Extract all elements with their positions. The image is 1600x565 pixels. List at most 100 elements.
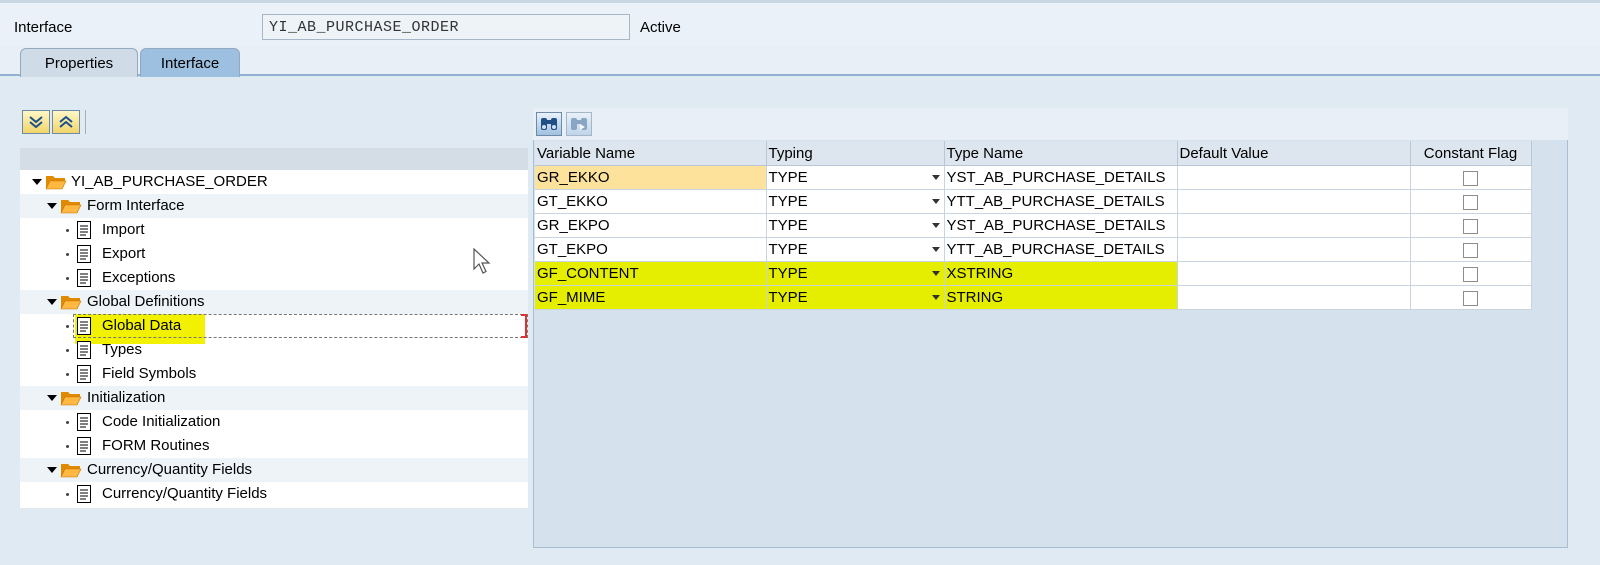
constant-flag-checkbox[interactable] — [1463, 194, 1478, 210]
column-header-constant-flag[interactable]: Constant Flag — [1410, 141, 1532, 166]
mouse-cursor-icon — [473, 248, 491, 274]
expand-arrow-icon[interactable] — [47, 467, 57, 473]
tree-leaf-form-routines[interactable]: FORM Routines — [20, 434, 528, 458]
column-header-variable-name[interactable]: Variable Name — [535, 141, 767, 166]
cell-variable-name[interactable]: GF_CONTENT — [535, 261, 767, 286]
cell-type-name[interactable]: STRING — [944, 285, 1178, 310]
tree-leaf-label: Code Initialization — [102, 413, 221, 430]
cell-constant-flag — [1410, 165, 1532, 190]
bullet-icon — [66, 349, 69, 352]
column-header-typing[interactable]: Typing — [766, 141, 945, 166]
tree-node-form-interface[interactable]: Form Interface — [20, 194, 528, 218]
constant-flag-checkbox[interactable] — [1463, 290, 1478, 306]
tree-node-label: Form Interface — [87, 197, 185, 214]
expand-arrow-icon[interactable] — [47, 395, 57, 401]
global-data-table: Variable Name Typing Type Name Default V… — [535, 141, 1532, 310]
cell-typing[interactable]: TYPE — [766, 237, 945, 262]
dropdown-arrow-icon[interactable] — [931, 175, 940, 180]
typing-value: TYPE — [768, 193, 808, 210]
cell-type-name[interactable]: YST_AB_PURCHASE_DETAILS — [944, 165, 1178, 190]
expand-arrow-icon[interactable] — [47, 203, 57, 209]
constant-flag-checkbox[interactable] — [1463, 242, 1478, 258]
cell-type-name[interactable]: YTT_AB_PURCHASE_DETAILS — [944, 237, 1178, 262]
tree-panel[interactable]: YI_AB_PURCHASE_ORDER Form Interface Impo… — [20, 170, 528, 508]
tree-node-global-definitions[interactable]: Global Definitions — [20, 290, 528, 314]
tab-strip — [0, 46, 1600, 76]
cell-variable-name[interactable]: GT_EKKO — [535, 189, 767, 214]
dropdown-arrow-icon[interactable] — [931, 247, 940, 252]
dropdown-arrow-icon[interactable] — [931, 199, 940, 204]
tree-leaf-exceptions[interactable]: Exceptions — [20, 266, 528, 290]
folder-open-icon — [60, 464, 82, 478]
dropdown-arrow-icon[interactable] — [931, 295, 940, 300]
cell-typing[interactable]: TYPE — [766, 213, 945, 238]
table-row: GT_EKKO TYPE YTT_AB_PURCHASE_DETAILS — [535, 189, 1532, 214]
find-next-button[interactable] — [566, 112, 592, 136]
cell-typing[interactable]: TYPE — [766, 261, 945, 286]
table-header-row: Variable Name Typing Type Name Default V… — [535, 141, 1532, 166]
bullet-icon — [66, 493, 69, 496]
collapse-all-button[interactable] — [52, 110, 80, 134]
tree-node-initialization[interactable]: Initialization — [20, 386, 528, 410]
cell-default-value[interactable] — [1177, 261, 1411, 286]
cell-variable-name[interactable]: GR_EKPO — [535, 213, 767, 238]
cell-constant-flag — [1410, 237, 1532, 262]
bullet-icon — [66, 373, 69, 376]
cell-default-value[interactable] — [1177, 165, 1411, 190]
tree-leaf-label: Exceptions — [102, 269, 176, 286]
folder-open-icon — [45, 176, 67, 190]
expand-arrow-icon[interactable] — [32, 179, 42, 185]
table-row: GR_EKKO TYPE YST_AB_PURCHASE_DETAILS — [535, 165, 1532, 190]
expand-arrow-icon[interactable] — [47, 299, 57, 305]
cell-default-value[interactable] — [1177, 285, 1411, 310]
tab-properties[interactable]: Properties — [20, 48, 138, 77]
find-button[interactable] — [536, 112, 562, 136]
tree-node-root[interactable]: YI_AB_PURCHASE_ORDER — [20, 170, 528, 194]
interface-label: Interface — [14, 19, 73, 36]
dropdown-arrow-icon[interactable] — [931, 271, 940, 276]
selection-frame — [73, 314, 528, 338]
tree-leaf-currency-quantity-fields[interactable]: Currency/Quantity Fields — [20, 482, 528, 506]
tree-leaf-types[interactable]: Types — [20, 338, 528, 362]
tree-leaf-import[interactable]: Import — [20, 218, 528, 242]
tab-interface[interactable]: Interface — [140, 48, 240, 77]
cell-typing[interactable]: TYPE — [766, 165, 945, 190]
cell-typing[interactable]: TYPE — [766, 285, 945, 310]
typing-value: TYPE — [768, 289, 808, 306]
typing-value: TYPE — [768, 241, 808, 258]
expand-all-button[interactable] — [22, 110, 50, 134]
tree-leaf-field-symbols[interactable]: Field Symbols — [20, 362, 528, 386]
tree-leaf-label: FORM Routines — [102, 437, 210, 454]
status-text: Active — [640, 19, 681, 36]
document-icon — [77, 437, 91, 455]
constant-flag-checkbox[interactable] — [1463, 266, 1478, 282]
constant-flag-checkbox[interactable] — [1463, 218, 1478, 234]
tree-leaf-label: Types — [102, 341, 143, 358]
document-icon — [77, 413, 91, 431]
cell-default-value[interactable] — [1177, 237, 1411, 262]
cell-variable-name[interactable]: GF_MIME — [535, 285, 767, 310]
bullet-icon — [66, 229, 69, 232]
bullet-icon — [66, 253, 69, 256]
column-header-default-value[interactable]: Default Value — [1177, 141, 1411, 166]
tree-leaf-code-initialization[interactable]: Code Initialization — [20, 410, 528, 434]
cell-type-name[interactable]: YST_AB_PURCHASE_DETAILS — [944, 213, 1178, 238]
tree-node-currency-quantity[interactable]: Currency/Quantity Fields — [20, 458, 528, 482]
column-header-type-name[interactable]: Type Name — [944, 141, 1178, 166]
find-next-icon — [571, 118, 587, 130]
cell-type-name[interactable]: XSTRING — [944, 261, 1178, 286]
cell-type-name[interactable]: YTT_AB_PURCHASE_DETAILS — [944, 189, 1178, 214]
cell-variable-name[interactable]: GT_EKPO — [535, 237, 767, 262]
cell-default-value[interactable] — [1177, 189, 1411, 214]
dropdown-arrow-icon[interactable] — [931, 223, 940, 228]
tree-leaf-export[interactable]: Export — [20, 242, 528, 266]
cell-default-value[interactable] — [1177, 213, 1411, 238]
tree-leaf-label: Import — [102, 221, 145, 238]
cell-typing[interactable]: TYPE — [766, 189, 945, 214]
tree-node-label: Global Definitions — [87, 293, 205, 310]
tree-leaf-label: Export — [102, 245, 146, 262]
tree-leaf-label: Field Symbols — [102, 365, 197, 382]
interface-name-field[interactable]: YI_AB_PURCHASE_ORDER — [262, 14, 630, 40]
constant-flag-checkbox[interactable] — [1463, 170, 1478, 186]
cell-variable-name[interactable]: GR_EKKO — [535, 165, 767, 190]
